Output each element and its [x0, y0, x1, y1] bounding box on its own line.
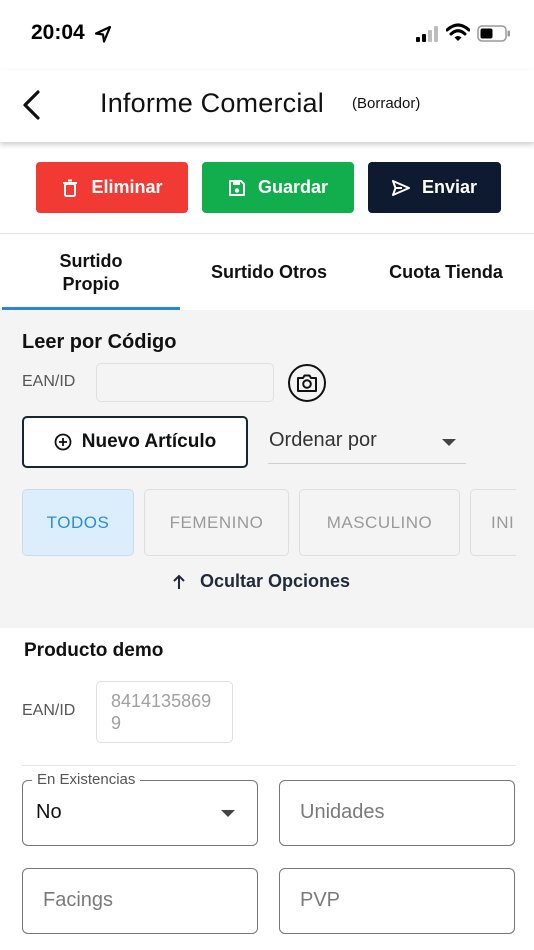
tab-label: Surtido Otros	[211, 262, 327, 282]
save-label: Guardar	[257, 177, 329, 197]
dropdown-caret-icon	[221, 810, 235, 817]
sort-label: Ordenar por	[269, 429, 377, 451]
send-button[interactable]: Enviar	[368, 162, 501, 213]
units-placeholder: Unidades	[300, 801, 385, 823]
category-filter-chips: TODOS FEMENINO MASCULINO INI	[22, 488, 516, 558]
delete-label: Eliminar	[91, 177, 163, 197]
ean-search-input[interactable]	[96, 363, 274, 402]
trash-icon	[63, 179, 78, 197]
arrow-up-icon	[173, 574, 185, 589]
hide-options-toggle[interactable]: Ocultar Opciones	[172, 571, 350, 592]
filter-chip-femenino[interactable]: FEMENINO	[144, 489, 289, 556]
new-article-button[interactable]: Nuevo Artículo	[22, 416, 248, 468]
options-panel: Leer por Código EAN/ID Nuevo Artículo Or…	[0, 310, 534, 628]
page-title: Informe Comercial	[100, 88, 324, 118]
battery-icon	[477, 25, 510, 42]
scan-section-title: Leer por Código	[22, 331, 177, 353]
divider	[22, 765, 516, 766]
back-chevron-icon[interactable]	[20, 88, 44, 122]
camera-icon	[297, 374, 317, 392]
product-ean-label: EAN/ID	[22, 702, 76, 719]
dropdown-caret-icon	[442, 439, 456, 446]
filter-chip-truncated[interactable]: INI	[470, 489, 516, 556]
send-icon	[391, 179, 410, 196]
sort-dropdown[interactable]: Ordenar por	[268, 422, 466, 464]
in-stock-value: No	[36, 801, 62, 823]
pvp-placeholder: PVP	[300, 889, 341, 911]
delete-button[interactable]: Eliminar	[36, 162, 188, 213]
save-button[interactable]: Guardar	[202, 162, 354, 213]
status-bar: 20:04	[0, 0, 534, 70]
plus-circle-icon	[54, 433, 72, 451]
tab-bar: Surtido Propio Surtido Otros Cuota Tiend…	[0, 235, 534, 310]
send-label: Enviar	[421, 177, 478, 197]
app-header: Informe Comercial (Borrador)	[0, 70, 534, 142]
tab-label-line2: Propio	[62, 273, 120, 294]
tab-label: Cuota Tienda	[389, 262, 503, 282]
filter-chip-masculino[interactable]: MASCULINO	[299, 489, 460, 556]
in-stock-legend: En Existencias	[32, 771, 141, 788]
page-subtitle: (Borrador)	[352, 95, 421, 112]
product-ean-value: 84141358699	[96, 681, 233, 743]
tab-cuota-tienda[interactable]: Cuota Tienda	[358, 235, 534, 310]
wifi-icon	[446, 23, 470, 41]
hide-options-label: Ocultar Opciones	[200, 571, 351, 591]
ean-label: EAN/ID	[22, 373, 76, 390]
in-stock-select[interactable]: En Existencias No	[22, 771, 258, 846]
pvp-input[interactable]: PVP	[279, 868, 515, 934]
facings-input[interactable]: Facings	[22, 868, 258, 934]
floppy-disk-icon	[228, 179, 245, 196]
tab-surtido-propio[interactable]: Surtido Propio	[2, 235, 180, 310]
new-article-label: Nuevo Artículo	[81, 431, 217, 452]
facings-placeholder: Facings	[43, 889, 114, 911]
filter-chip-todos[interactable]: TODOS	[22, 489, 134, 556]
signal-icon	[416, 26, 438, 42]
units-input[interactable]: Unidades	[279, 780, 515, 846]
action-bar: Eliminar Guardar Enviar	[0, 142, 534, 234]
status-time: 20:04	[31, 21, 85, 44]
product-name: Producto demo	[24, 640, 164, 661]
camera-button[interactable]	[288, 364, 326, 402]
location-arrow-icon	[94, 25, 112, 43]
tab-label-line1: Surtido	[59, 250, 123, 271]
tab-surtido-otros[interactable]: Surtido Otros	[180, 235, 358, 310]
